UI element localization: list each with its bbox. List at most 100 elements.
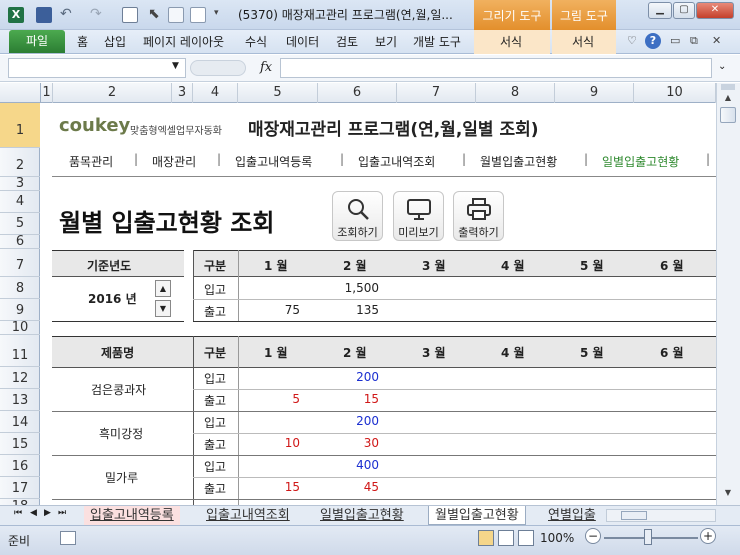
print-button[interactable]: 출력하기 — [453, 191, 504, 241]
year-up-spinner[interactable]: ▲ — [155, 280, 171, 297]
sheet-tab[interactable]: 연별입출 — [542, 506, 600, 525]
scroll-down-icon[interactable]: ▼ — [720, 488, 736, 500]
row-header[interactable]: 14 — [0, 411, 40, 433]
column-header[interactable]: 2 — [53, 83, 172, 103]
next-sheet-icon[interactable]: ▶ — [44, 508, 51, 518]
product-month-header: 3 월 — [422, 346, 446, 360]
row-header[interactable]: 4 — [0, 191, 40, 213]
row-header[interactable]: 1 — [0, 103, 40, 148]
select-all-corner[interactable] — [0, 83, 41, 103]
search-button[interactable]: 조회하기 — [332, 191, 383, 241]
workbook-close-icon[interactable]: ✕ — [712, 34, 721, 47]
preview-button[interactable]: 미리보기 — [393, 191, 444, 241]
tab-page-layout[interactable]: 페이지 레이아웃 — [143, 33, 224, 50]
status-bar: 준비 100% − + — [0, 525, 740, 555]
year-value[interactable]: 2016 년 — [88, 290, 137, 307]
column-header[interactable]: 9 — [555, 83, 634, 103]
product-header-band — [52, 337, 716, 367]
zoom-in-icon[interactable]: + — [700, 528, 716, 544]
row-header[interactable]: 12 — [0, 367, 40, 389]
normal-view-icon[interactable] — [478, 530, 494, 546]
nav-link-daily-active[interactable]: 일별입출고현황 — [602, 153, 679, 170]
collapse-ribbon-icon[interactable]: ♡ — [627, 34, 637, 47]
sort-icon[interactable] — [168, 7, 184, 23]
row-header[interactable]: 10 — [0, 321, 40, 335]
column-header[interactable]: 8 — [476, 83, 555, 103]
undo-icon[interactable]: ↶ — [60, 6, 72, 22]
nav-link-inquiry[interactable]: 입출고내역조회 — [358, 153, 435, 170]
nav-link-items[interactable]: 품목관리 — [69, 153, 113, 170]
tab-picture-format[interactable]: 서식 — [572, 33, 594, 50]
page-break-view-icon[interactable] — [518, 530, 534, 546]
zoom-out-icon[interactable]: − — [585, 528, 601, 544]
row-header[interactable]: 2 — [0, 148, 40, 177]
tab-developer[interactable]: 개발 도구 — [413, 33, 461, 50]
tab-drawing-format[interactable]: 서식 — [500, 33, 522, 50]
tab-review[interactable]: 검토 — [336, 33, 358, 50]
row-header[interactable]: 13 — [0, 389, 40, 411]
sheet-tab[interactable]: 입출고내역등록 — [84, 506, 180, 525]
name-box-dropdown-icon[interactable]: ▼ — [172, 61, 179, 71]
vertical-scrollbar[interactable]: ▲ ▼ — [716, 83, 740, 505]
workbook-minimize-icon[interactable]: ▭ — [670, 34, 680, 47]
first-sheet-icon[interactable]: ⏮ — [14, 508, 22, 518]
help-icon[interactable]: ? — [645, 33, 661, 49]
customize-qat-icon[interactable]: ▾ — [214, 8, 219, 18]
tab-view[interactable]: 보기 — [375, 33, 397, 50]
sheet-tab[interactable]: 일별입출고현황 — [314, 506, 410, 525]
column-header[interactable]: 4 — [193, 83, 238, 103]
row-header[interactable]: 15 — [0, 433, 40, 455]
tab-formulas[interactable]: 수식 — [245, 33, 267, 50]
column-header[interactable]: 5 — [238, 83, 318, 103]
column-header[interactable]: 1 — [41, 83, 53, 103]
sheet-tab-active[interactable]: 월별입출고현황 — [428, 506, 526, 525]
redo-icon[interactable]: ↷ — [90, 6, 102, 22]
prev-sheet-icon[interactable]: ◀ — [30, 508, 37, 518]
row-header[interactable]: 6 — [0, 235, 40, 249]
row-header[interactable]: 8 — [0, 277, 40, 299]
tab-insert[interactable]: 삽입 — [104, 33, 126, 50]
year-down-spinner[interactable]: ▼ — [155, 300, 171, 317]
nav-link-register[interactable]: 입출고내역등록 — [235, 153, 312, 170]
horizontal-scrollbar[interactable] — [606, 509, 716, 522]
scroll-thumb[interactable] — [720, 107, 736, 123]
row-header[interactable]: 5 — [0, 213, 40, 235]
formula-input[interactable] — [280, 58, 712, 78]
close-button[interactable]: ✕ — [696, 2, 734, 19]
column-header[interactable]: 6 — [318, 83, 397, 103]
nav-link-stores[interactable]: 매장관리 — [152, 153, 196, 170]
maximize-button[interactable]: ▢ — [673, 2, 695, 19]
row-header[interactable]: 11 — [0, 335, 40, 367]
pointer-icon[interactable]: ⬉ — [148, 6, 160, 22]
column-header[interactable]: 7 — [397, 83, 476, 103]
macro-record-icon[interactable] — [60, 531, 76, 545]
row-header[interactable]: 9 — [0, 299, 40, 321]
table-icon[interactable] — [122, 7, 138, 23]
tab-data[interactable]: 데이터 — [286, 33, 319, 50]
scroll-split-icon[interactable] — [721, 84, 735, 90]
expand-formula-icon[interactable]: ⌄ — [718, 61, 726, 72]
nav-link-monthly[interactable]: 월별입출고현황 — [480, 153, 557, 170]
workbook-restore-icon[interactable]: ⧉ — [690, 34, 698, 48]
row-header[interactable]: 7 — [0, 249, 40, 277]
scroll-up-icon[interactable]: ▲ — [720, 93, 736, 105]
name-box[interactable] — [8, 58, 186, 78]
column-header[interactable]: 10 — [634, 83, 716, 103]
column-header[interactable]: 3 — [172, 83, 193, 103]
row-header[interactable]: 16 — [0, 455, 40, 477]
save-icon[interactable] — [36, 7, 52, 23]
row-header[interactable]: 17 — [0, 477, 40, 499]
minimize-button[interactable]: ▁ — [648, 2, 672, 19]
fx-icon[interactable]: fx — [260, 60, 272, 75]
form-icon[interactable] — [190, 7, 206, 23]
worksheet-grid[interactable]: coukey 맞춤형엑셀업무자동화 매장재고관리 프로그램(연,월,일별 조회)… — [41, 103, 716, 505]
tab-home[interactable]: 홈 — [77, 33, 88, 50]
page-layout-view-icon[interactable] — [498, 530, 514, 546]
hscroll-thumb[interactable] — [621, 511, 647, 520]
zoom-slider-thumb[interactable] — [644, 529, 652, 545]
last-sheet-icon[interactable]: ⏭ — [58, 508, 66, 518]
zoom-level[interactable]: 100% — [540, 531, 574, 545]
file-tab[interactable]: 파일 — [9, 30, 65, 53]
sheet-tab[interactable]: 입출고내역조회 — [200, 506, 296, 525]
row-header[interactable]: 3 — [0, 177, 40, 191]
